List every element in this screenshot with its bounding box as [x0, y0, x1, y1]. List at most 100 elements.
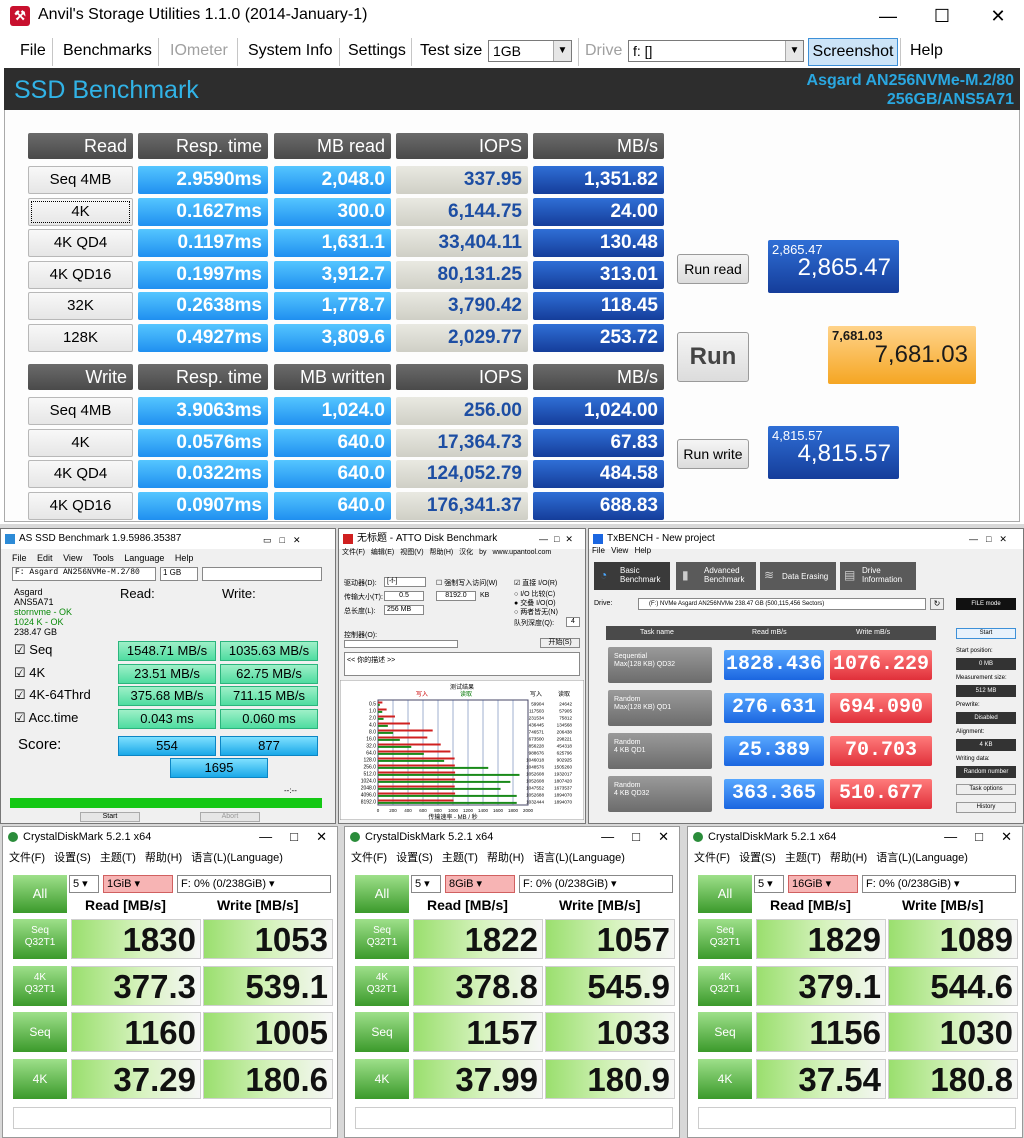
run-write-button[interactable]: Run write — [677, 439, 749, 469]
atto-xfer-from[interactable]: 0.5 — [384, 591, 424, 601]
test-label-button[interactable]: 4K — [28, 428, 133, 457]
run-read-button[interactable]: Run read — [677, 254, 749, 284]
as-ssd-size-select[interactable]: 1 GB — [160, 567, 198, 581]
menu-help[interactable]: Help — [910, 42, 943, 60]
menu-system-info[interactable]: System Info — [248, 42, 332, 60]
cdm-drive-select[interactable]: F: 0% (0/238GiB) ▾ — [177, 875, 331, 893]
atto-start-button[interactable]: 开始(S) — [540, 638, 580, 648]
result-cell: 337.95 — [396, 166, 528, 194]
cdm-count-select[interactable]: 5 ▾ — [754, 875, 784, 893]
cdm-test-button[interactable]: Seq — [355, 1012, 409, 1052]
window-controls[interactable]: — □ ✕ — [944, 827, 1012, 847]
test-label-button[interactable]: 4K QD16 — [28, 491, 133, 520]
cdm-size-select[interactable]: 1GiB ▾ — [103, 875, 173, 893]
test-label-button[interactable]: 4K QD4 — [28, 229, 133, 257]
as-ssd-row-label[interactable]: ☑ 4K — [14, 665, 45, 681]
txbench-meas[interactable]: 512 MB — [956, 685, 1016, 697]
cdm-test-button[interactable]: 4K Q32T1 — [698, 965, 752, 1006]
window-controls[interactable]: — □ ✕ — [601, 827, 669, 847]
atto-len-label: 总长度(L): — [344, 608, 376, 615]
cdm-menu[interactable]: 文件(F) 设置(S) 主题(T) 帮助(H) 语言(L)(Language) — [351, 849, 625, 865]
atto-xfer-to[interactable]: 8192.0 — [436, 591, 476, 601]
cdm-drive-select[interactable]: F: 0% (0/238GiB) ▾ — [519, 875, 673, 893]
atto-queue-select[interactable]: 4 — [566, 617, 580, 627]
cdm-size-select[interactable]: 8GiB ▾ — [445, 875, 515, 893]
test-label-button[interactable]: 32K — [28, 292, 133, 320]
test-label-button[interactable]: 4K — [28, 197, 133, 226]
as-ssd-row-label[interactable]: ☑ Acc.time — [14, 710, 78, 726]
window-controls[interactable]: —□✕ — [539, 534, 579, 545]
drive-label: Drive — [585, 42, 623, 59]
cdm-test-button[interactable]: 4K Q32T1 — [355, 965, 409, 1006]
cdm-test-button[interactable]: Seq — [13, 1012, 67, 1052]
as-ssd-extra-field[interactable] — [202, 567, 322, 581]
cdm-test-button[interactable]: Seq Q32T1 — [698, 919, 752, 959]
close-button[interactable]: ✕ — [978, 4, 1018, 28]
atto-force-write[interactable]: ☐ 强制写入访问(W) — [436, 578, 498, 588]
test-label-button[interactable]: 4K QD16 — [28, 260, 133, 289]
as-ssd-row-label[interactable]: ☑ 4K-64Thrd — [14, 687, 91, 703]
txbench-start-pos[interactable]: 0 MB — [956, 658, 1016, 670]
menu-iometer[interactable]: IOmeter — [170, 42, 228, 60]
atto-controller-select[interactable] — [344, 640, 458, 648]
maximize-button[interactable]: ☐ — [922, 4, 962, 28]
menu-benchmarks[interactable]: Benchmarks — [63, 42, 152, 60]
as-ssd-menu[interactable]: File Edit View Tools Language Help — [12, 553, 193, 563]
txbench-drive-select[interactable]: (F:) NVMe Asgard AN256NVMe 238.47 GB (50… — [638, 598, 926, 610]
menu-file[interactable]: File — [20, 42, 46, 60]
atto-len-select[interactable]: 256 MB — [384, 605, 424, 615]
screenshot-button[interactable]: Screenshot — [808, 38, 898, 66]
test-label-button[interactable]: 4K QD4 — [28, 460, 133, 488]
cdm-count-select[interactable]: 5 ▾ — [69, 875, 99, 893]
atto-direct-io[interactable]: ☑ 直接 I/O(R) — [514, 578, 557, 588]
cdm-size-select[interactable]: 16GiB ▾ — [788, 875, 858, 893]
atto-description[interactable]: << 你的描述 >> — [344, 652, 580, 676]
cdm-test-button[interactable]: Seq Q32T1 — [13, 919, 67, 959]
test-size-select[interactable]: 1GB ▼ — [488, 40, 572, 62]
as-ssd-start-button[interactable]: Start — [80, 812, 140, 822]
as-ssd-row-label[interactable]: ☑ Seq — [14, 642, 52, 658]
cdm-drive-select[interactable]: F: 0% (0/238GiB) ▾ — [862, 875, 1016, 893]
cdm-all-button[interactable]: All — [355, 875, 409, 913]
cdm-comment-field[interactable] — [698, 1107, 1016, 1129]
menu-settings[interactable]: Settings — [348, 42, 406, 60]
as-ssd-drive-select[interactable]: F: Asgard AN256NVMe-M.2/80 — [12, 567, 156, 581]
cdm-comment-field[interactable] — [13, 1107, 331, 1129]
drive-select[interactable]: f: [] ▼ — [628, 40, 804, 62]
txbench-menu[interactable]: File View Help — [592, 546, 651, 555]
txbench-start-button[interactable]: Start — [956, 628, 1016, 639]
refresh-icon[interactable]: ↻ — [930, 598, 944, 610]
cdm-menu[interactable]: 文件(F) 设置(S) 主题(T) 帮助(H) 语言(L)(Language) — [694, 849, 968, 865]
window-controls[interactable]: ▭□✕ — [263, 535, 308, 546]
txbench-task-options-button[interactable]: Task options — [956, 784, 1016, 795]
cdm-test-button[interactable]: Seq Q32T1 — [355, 919, 409, 959]
test-label-button[interactable]: 128K — [28, 323, 133, 352]
txbench-align[interactable]: 4 KB — [956, 739, 1016, 751]
cdm-all-button[interactable]: All — [698, 875, 752, 913]
cdm-menu[interactable]: 文件(F) 设置(S) 主题(T) 帮助(H) 语言(L)(Language) — [9, 849, 283, 865]
cdm-comment-field[interactable] — [355, 1107, 673, 1129]
cdm-test-button[interactable]: Seq — [698, 1012, 752, 1052]
atto-menu[interactable]: 文件(F) 编辑(E) 视图(V) 帮助(H) 汉化 by www.upanto… — [342, 547, 551, 557]
cdm-all-button[interactable]: All — [13, 875, 67, 913]
txbench-history-button[interactable]: History — [956, 802, 1016, 813]
cdm-test-button[interactable]: 4K — [13, 1058, 67, 1099]
cdm-test-button[interactable]: 4K — [698, 1058, 752, 1099]
test-label-button[interactable]: Seq 4MB — [28, 166, 133, 194]
txbench-wdata[interactable]: Random number — [956, 766, 1016, 778]
txbench-prewrite[interactable]: Disabled — [956, 712, 1016, 724]
cdm-count-select[interactable]: 5 ▾ — [411, 875, 441, 893]
cdm-test-button[interactable]: 4K — [355, 1058, 409, 1099]
cdm-test-button[interactable]: 4K Q32T1 — [13, 965, 67, 1006]
test-label-button[interactable]: Seq 4MB — [28, 397, 133, 425]
window-controls[interactable]: — □ ✕ — [259, 827, 327, 847]
anvil-app-icon: ⚒ — [10, 6, 30, 26]
as-ssd-abort-button[interactable]: Abort — [200, 812, 260, 822]
minimize-button[interactable]: — — [868, 4, 908, 28]
cdm-write-value: 180.9 — [545, 1058, 675, 1099]
run-button[interactable]: Run — [677, 332, 749, 382]
chevron-down-icon: ▼ — [553, 41, 571, 61]
atto-neither[interactable]: ○ 两者皆无(N) — [514, 607, 558, 617]
atto-drive-select[interactable]: [-f-] — [384, 577, 426, 587]
window-controls[interactable]: —□✕ — [969, 534, 1015, 545]
